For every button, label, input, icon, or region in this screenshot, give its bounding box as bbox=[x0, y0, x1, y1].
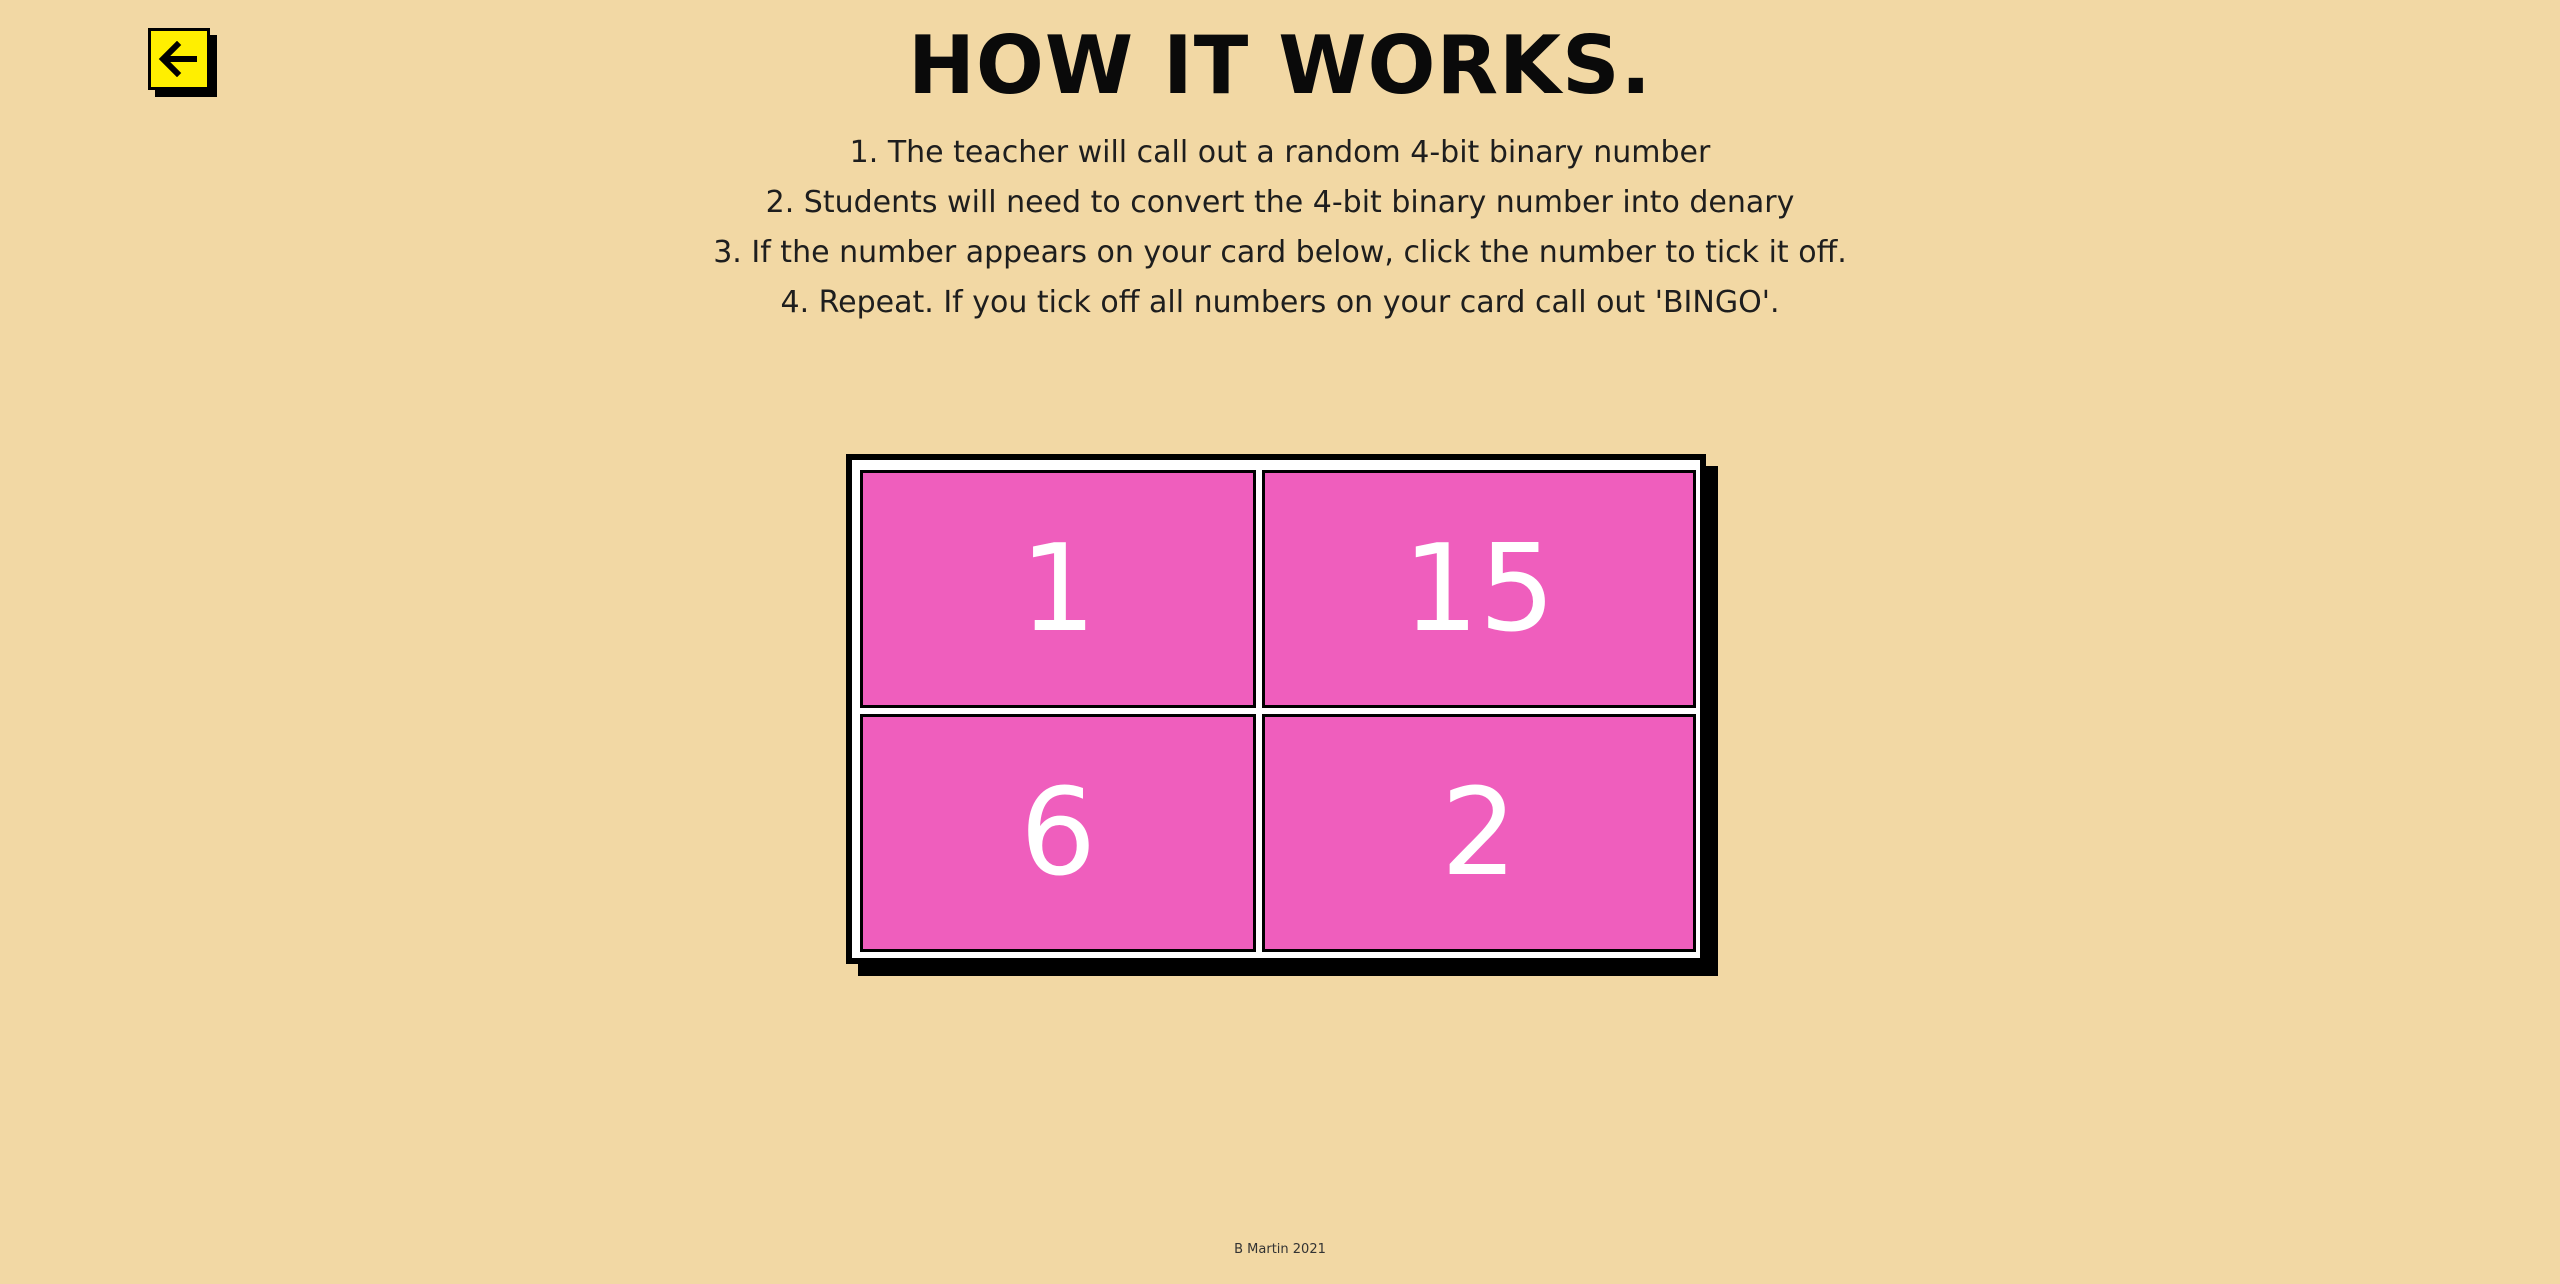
bingo-cell[interactable]: 15 bbox=[1262, 470, 1696, 708]
instruction-step: 4. Repeat. If you tick off all numbers o… bbox=[780, 285, 1780, 320]
instruction-step: 2. Students will need to convert the 4-b… bbox=[765, 185, 1795, 220]
page: HOW IT WORKS. 1. The teacher will call o… bbox=[0, 0, 2560, 1284]
footer-credit: B Martin 2021 bbox=[1234, 1242, 1326, 1257]
instruction-step: 1. The teacher will call out a random 4-… bbox=[849, 135, 1711, 170]
bingo-cell[interactable]: 2 bbox=[1262, 714, 1696, 952]
page-title: HOW IT WORKS. bbox=[907, 19, 1653, 112]
instruction-step: 3. If the number appears on your card be… bbox=[713, 235, 1847, 270]
bingo-cell[interactable]: 6 bbox=[860, 714, 1256, 952]
instructions-list: 1. The teacher will call out a random 4-… bbox=[0, 128, 2560, 328]
bingo-cell[interactable]: 1 bbox=[860, 470, 1256, 708]
bingo-card: 1 15 6 2 bbox=[846, 454, 1706, 964]
